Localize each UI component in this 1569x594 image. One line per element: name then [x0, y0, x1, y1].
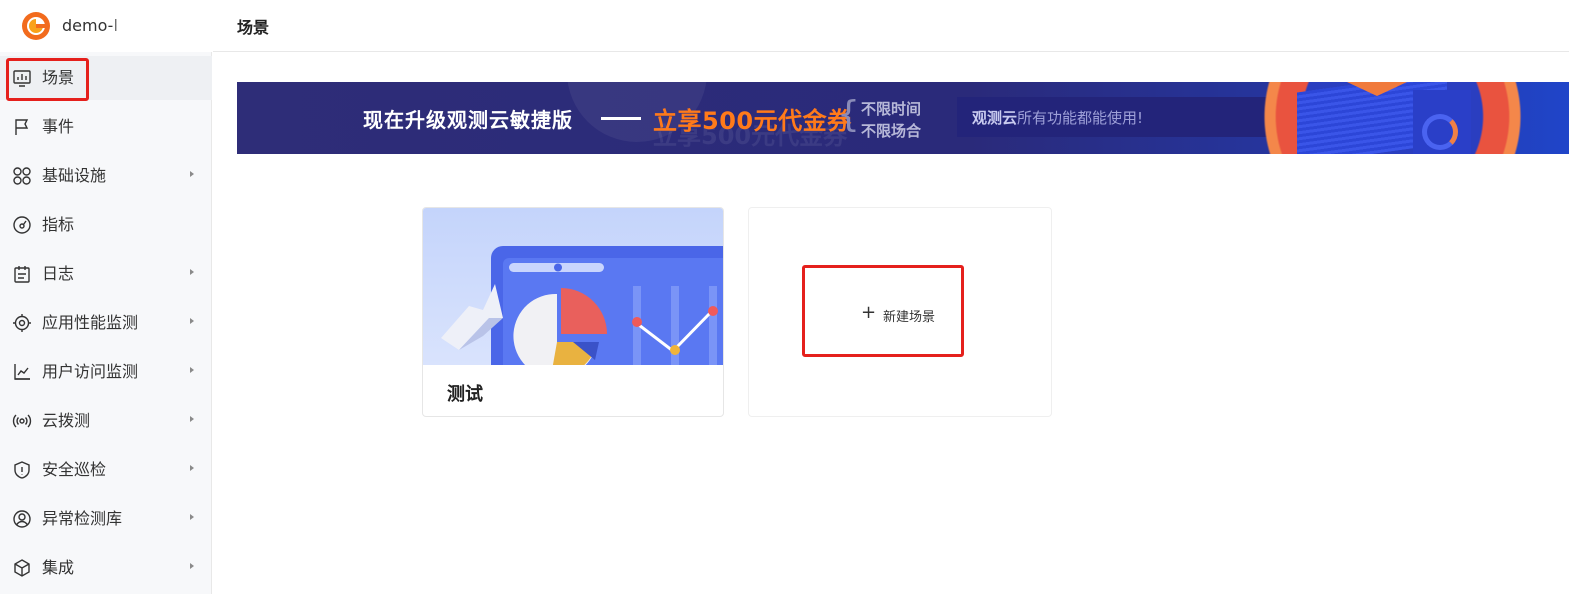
sidebar-item-security[interactable]: 安全巡检: [0, 448, 212, 492]
page-header: 场景: [213, 0, 1569, 52]
caret-right-icon: [190, 416, 194, 422]
scene-thumbnail: [423, 208, 723, 386]
banner-pill-rest: 所有功能都能使用!: [1017, 109, 1144, 127]
brand[interactable]: demo-l: [0, 0, 212, 52]
sidebar-item-label: 安全巡检: [42, 460, 107, 479]
banner-promo-text: 立享500元代金券: [653, 107, 852, 135]
sidebar-item-label: 集成: [42, 558, 75, 577]
highlight-box: [802, 265, 964, 357]
caret-right-icon: [190, 269, 194, 275]
sidebar-item-label: 用户访问监测: [42, 362, 139, 381]
sidebar-item-label: 事件: [42, 117, 75, 136]
cube-icon: [12, 558, 32, 578]
banner-line-2: 不限场合: [861, 122, 922, 140]
banner-line-1: 不限时间: [861, 100, 922, 118]
banner-main-text: 现在升级观测云敏捷版: [363, 108, 573, 132]
brace-icon: {: [837, 94, 860, 135]
sidebar-item-label: 指标: [42, 215, 75, 234]
banner-dash: [601, 117, 641, 120]
app-root: demo-l 场景 事件 基础设施 指标 日志 应用性能监测 用户访问监测 云拨…: [0, 0, 1569, 594]
banner-triangle-graphic: [1347, 82, 1407, 96]
sidebar-item-integration[interactable]: 集成: [0, 546, 212, 590]
scene-card[interactable]: 测试: [422, 207, 724, 417]
sidebar-item-label: 异常检测库: [42, 509, 123, 528]
highlight-box: [6, 58, 89, 101]
gauge-icon: [12, 215, 32, 235]
sidebar-item-label: 云拨测: [42, 411, 91, 430]
sidebar: demo-l 场景 事件 基础设施 指标 日志 应用性能监测 用户访问监测 云拨…: [0, 0, 212, 594]
banner-pill-brand: 观测云: [972, 109, 1018, 127]
banner-pill-text: 观测云所有功能都能使用!: [972, 107, 1143, 128]
caret-right-icon: [190, 514, 194, 520]
anomaly-icon: [12, 509, 32, 529]
user-chart-icon: [12, 362, 32, 382]
radio-wave-icon: [12, 411, 32, 431]
page-title: 场景: [237, 18, 270, 37]
redaction-blur: [112, 17, 180, 35]
caret-right-icon: [190, 563, 194, 569]
sidebar-item-infrastructure[interactable]: 基础设施: [0, 154, 212, 198]
caret-right-icon: [190, 171, 194, 177]
shield-icon: [12, 460, 32, 480]
dashboard-illustration: [441, 246, 723, 386]
sidebar-item-label: 应用性能监测: [42, 313, 139, 332]
calendar-log-icon: [12, 264, 32, 284]
sidebar-item-label: 基础设施: [42, 166, 107, 185]
promo-banner[interactable]: 现在升级观测云敏捷版 立享500元代金券 立享500元代金券 { 不限时间 不限…: [237, 82, 1569, 154]
sidebar-item-logs[interactable]: 日志: [0, 252, 212, 296]
caret-right-icon: [190, 318, 194, 324]
logo-icon: [22, 12, 50, 40]
banner-knob-graphic: [1422, 114, 1458, 150]
grid-circles-icon: [12, 166, 32, 186]
flag-icon: [12, 117, 32, 137]
sidebar-item-anomaly[interactable]: 异常检测库: [0, 497, 212, 541]
sidebar-item-apm[interactable]: 应用性能监测: [0, 301, 212, 345]
sidebar-item-rum[interactable]: 用户访问监测: [0, 350, 212, 394]
caret-right-icon: [190, 367, 194, 373]
workspace-name: demo-l: [62, 16, 118, 35]
sidebar-item-dial-testing[interactable]: 云拨测: [0, 399, 212, 443]
caret-right-icon: [190, 465, 194, 471]
sidebar-item-events[interactable]: 事件: [0, 105, 212, 149]
sidebar-item-metrics[interactable]: 指标: [0, 203, 212, 247]
sidebar-item-label: 日志: [42, 264, 75, 283]
scene-name: 测试: [447, 384, 483, 405]
target-icon: [12, 313, 32, 333]
